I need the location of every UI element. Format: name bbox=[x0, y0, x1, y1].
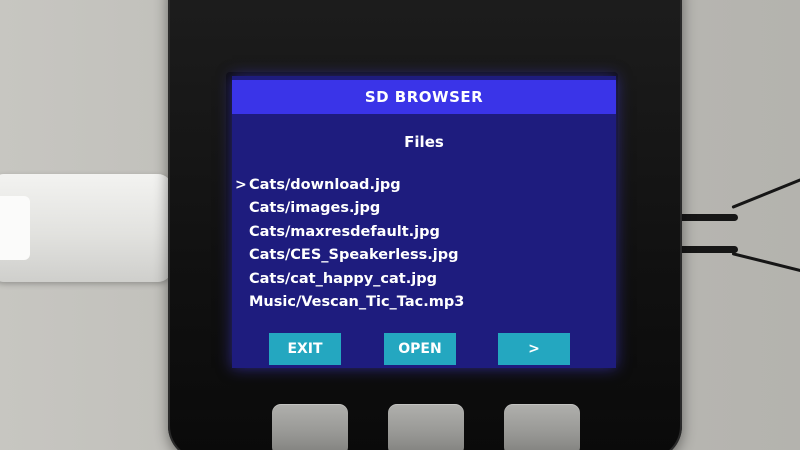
file-item[interactable]: Music/Vescan_Tic_Tac.mp3 bbox=[232, 291, 616, 314]
photo-scene: SD BROWSER Files > Cats/download.jpg Cat… bbox=[0, 0, 800, 450]
lcd-screen: SD BROWSER Files > Cats/download.jpg Cat… bbox=[232, 76, 616, 368]
usb-cable bbox=[0, 174, 172, 282]
file-name: Cats/maxresdefault.jpg bbox=[249, 223, 440, 240]
file-item[interactable]: Cats/images.jpg bbox=[232, 197, 616, 220]
file-item[interactable]: Cats/maxresdefault.jpg bbox=[232, 221, 616, 244]
selection-cursor-icon: > bbox=[235, 177, 247, 193]
app-title: SD BROWSER bbox=[364, 88, 484, 106]
exit-button[interactable]: EXIT bbox=[269, 333, 341, 365]
open-button[interactable]: OPEN bbox=[384, 333, 456, 365]
file-name: Music/Vescan_Tic_Tac.mp3 bbox=[249, 293, 465, 310]
title-bar: SD BROWSER bbox=[232, 80, 616, 114]
file-item[interactable]: Cats/cat_happy_cat.jpg bbox=[232, 268, 616, 291]
wire bbox=[731, 172, 800, 209]
hardware-button-a[interactable] bbox=[272, 404, 348, 450]
section-title: Files bbox=[404, 133, 444, 151]
file-list: > Cats/download.jpg Cats/images.jpg Cats… bbox=[232, 174, 616, 314]
file-name: Cats/CES_Speakerless.jpg bbox=[249, 247, 459, 264]
file-item[interactable]: Cats/CES_Speakerless.jpg bbox=[232, 244, 616, 267]
next-button[interactable]: > bbox=[498, 333, 570, 365]
file-name: Cats/download.jpg bbox=[249, 177, 401, 193]
wire bbox=[731, 252, 800, 277]
hardware-button-b[interactable] bbox=[388, 404, 464, 450]
file-name: Cats/cat_happy_cat.jpg bbox=[249, 270, 437, 287]
file-name: Cats/images.jpg bbox=[249, 200, 381, 217]
hardware-button-c[interactable] bbox=[504, 404, 580, 450]
softkey-row: EXIT OPEN > bbox=[232, 333, 616, 365]
file-item-selected[interactable]: > Cats/download.jpg bbox=[232, 174, 616, 197]
